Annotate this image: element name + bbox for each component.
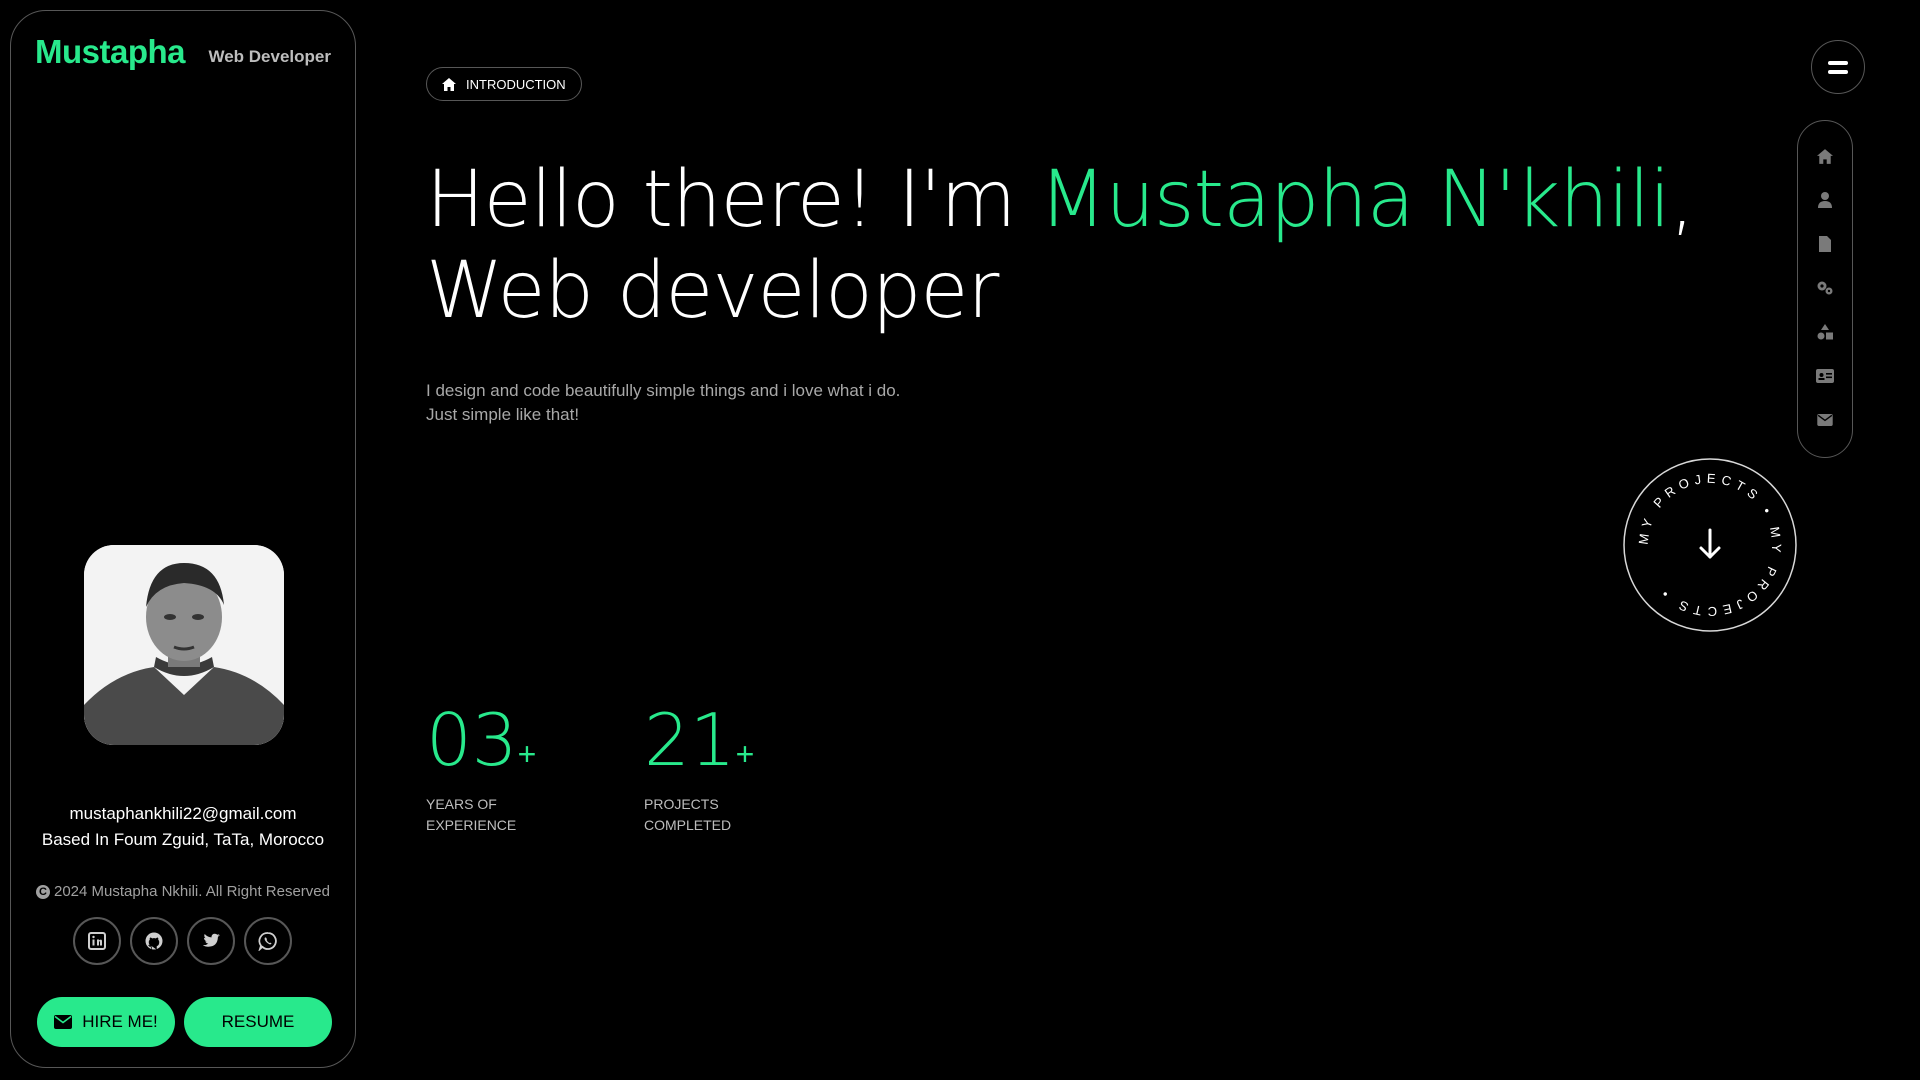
whatsapp-icon xyxy=(258,932,277,951)
location-text: Based In Foum Zguid, TaTa, Morocco xyxy=(41,830,325,849)
resume-label: RESUME xyxy=(221,1012,295,1031)
stat-label-line-1: YEARS OF xyxy=(426,796,497,812)
copyright: C 2024 Mustapha Nkhili. All Right Reserv… xyxy=(11,883,355,900)
stat-label-line-1: PROJECTS xyxy=(644,796,719,812)
whatsapp-link[interactable] xyxy=(244,917,292,965)
id-card-icon xyxy=(1816,369,1834,383)
profile-card: Mustapha Web Developer mustaphankhili22@… xyxy=(10,10,356,1068)
stat-label-line-2: EXPERIENCE xyxy=(426,817,517,833)
stat-label: PROJECTS COMPLETED xyxy=(644,794,794,836)
avatar xyxy=(84,545,284,745)
menu-toggle-button[interactable] xyxy=(1811,40,1865,94)
menu-bar xyxy=(1828,69,1848,74)
linkedin-icon xyxy=(88,932,106,950)
arrow-down-icon xyxy=(1699,528,1721,559)
resume-button[interactable]: RESUME xyxy=(184,997,332,1047)
my-projects-scroll-button[interactable]: MY PROJECTS • MY PROJECTS • xyxy=(1623,458,1797,632)
stat-experience: 03+ YEARS OF EXPERIENCE xyxy=(426,700,576,836)
nav-skills[interactable] xyxy=(1816,323,1834,341)
contact-email[interactable]: mustaphankhili22@gmail.com xyxy=(11,804,355,824)
user-icon xyxy=(1818,192,1832,208)
nav-services[interactable] xyxy=(1816,279,1834,297)
stat-projects: 21+ PROJECTS COMPLETED xyxy=(644,700,794,836)
stat-suffix: + xyxy=(735,736,755,772)
section-badge-label: INTRODUCTION xyxy=(466,76,566,92)
copyright-icon: C xyxy=(36,884,50,899)
brand-name[interactable]: Mustapha xyxy=(35,33,186,71)
github-link[interactable] xyxy=(130,917,178,965)
twitter-link[interactable] xyxy=(187,917,235,965)
envelope-icon xyxy=(54,1015,73,1029)
section-badge: INTRODUCTION xyxy=(426,67,582,101)
stat-suffix: + xyxy=(517,736,537,772)
nav-portfolio[interactable] xyxy=(1816,367,1834,385)
stat-value: 21 xyxy=(644,698,736,782)
nav-contact[interactable] xyxy=(1816,411,1834,429)
section-nav-rail xyxy=(1797,120,1853,458)
nav-home[interactable] xyxy=(1816,147,1834,165)
headline-intro: Hello there! I'm xyxy=(426,155,1040,245)
hero-tagline: I design and code beautifully simple thi… xyxy=(426,379,900,427)
tagline-line-1: I design and code beautifully simple thi… xyxy=(426,381,901,400)
envelope-icon xyxy=(1817,414,1833,426)
nav-resume[interactable] xyxy=(1816,235,1834,253)
hire-me-label: HIRE ME! xyxy=(82,1012,158,1031)
shapes-icon xyxy=(1817,324,1833,340)
headline-name: Mustapha N'khili xyxy=(1039,155,1671,245)
twitter-icon xyxy=(202,933,220,947)
home-icon xyxy=(442,77,456,91)
nav-about[interactable] xyxy=(1816,191,1834,209)
gears-icon xyxy=(1817,281,1833,295)
tagline-line-2: Just simple like that! xyxy=(426,405,580,424)
hire-me-button[interactable]: HIRE ME! xyxy=(37,997,175,1047)
menu-bar xyxy=(1828,60,1848,65)
role-title: Web Developer xyxy=(208,47,331,66)
github-icon xyxy=(145,932,163,950)
home-icon xyxy=(1817,148,1833,164)
linkedin-link[interactable] xyxy=(73,917,121,965)
file-icon xyxy=(1819,236,1831,252)
hero-headline: Hello there! I'm Mustapha N'khili, Web d… xyxy=(426,155,1806,337)
stat-value: 03 xyxy=(426,698,518,782)
social-links xyxy=(73,917,292,965)
copyright-text: 2024 Mustapha Nkhili. All Right Reserved xyxy=(54,883,330,900)
stat-label-line-2: COMPLETED xyxy=(644,817,732,833)
stat-label: YEARS OF EXPERIENCE xyxy=(426,794,576,836)
